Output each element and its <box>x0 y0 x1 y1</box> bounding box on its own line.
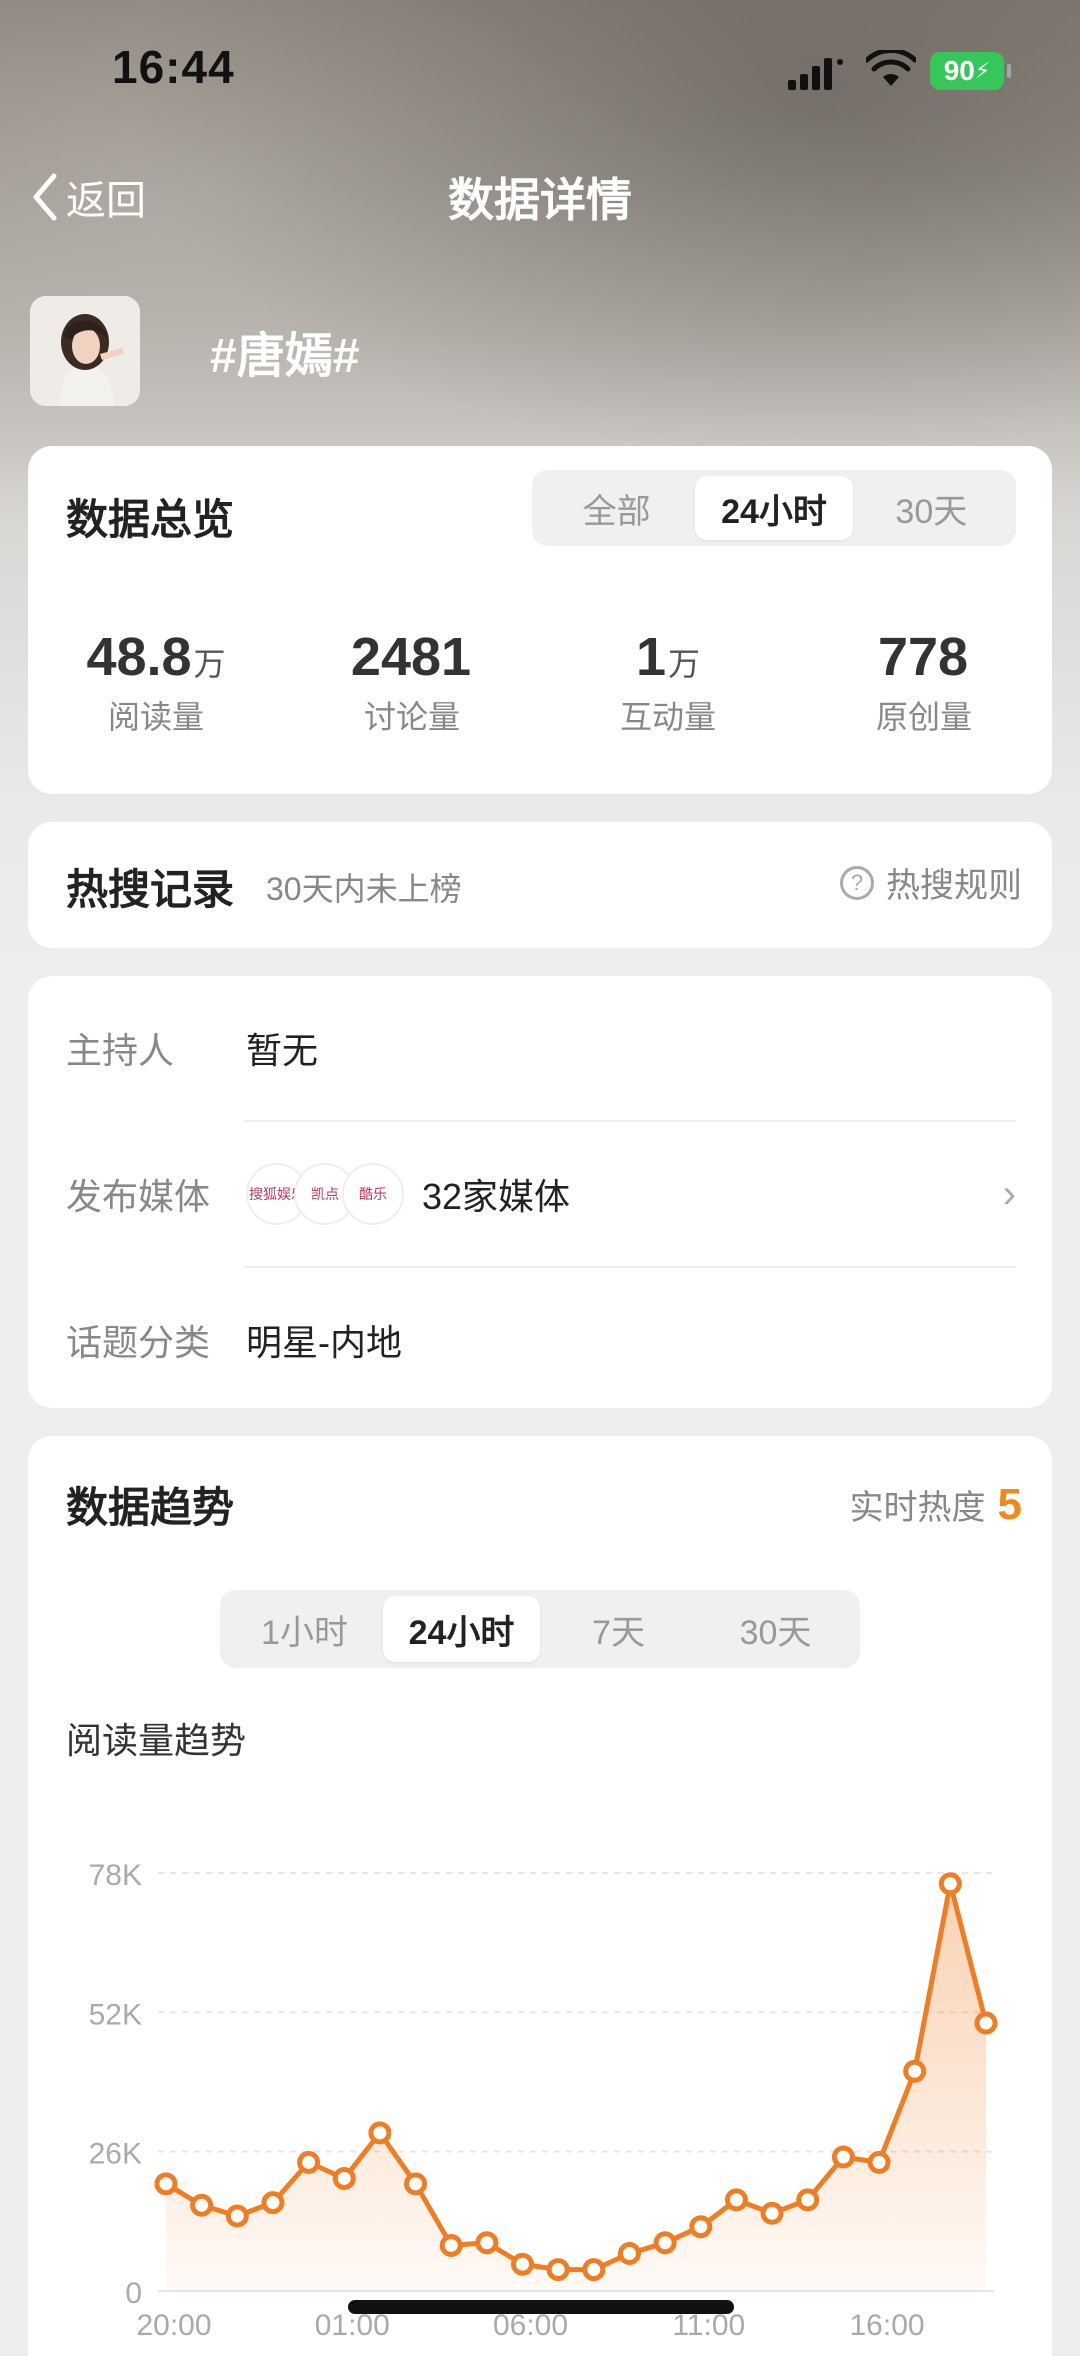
page-title: 数据详情 <box>448 174 632 226</box>
read-trend-chart: 78K52K26K020:00 01:00 06:00 11:00 16:00 <box>89 1859 998 2342</box>
stat-label: 原创量 <box>875 699 972 735</box>
y-tick-label: 78K <box>89 1859 142 1892</box>
host-value: 暂无 <box>246 1030 319 1071</box>
stat-label: 讨论量 <box>363 699 460 735</box>
y-tick-label: 0 <box>125 2277 142 2310</box>
media-row[interactable]: 发布媒体 搜狐娱乐 凯点 酷乐 32家媒体 › <box>66 1122 1016 1266</box>
host-row: 主持人 暂无 <box>66 976 1016 1120</box>
data-point <box>511 2252 535 2276</box>
home-indicator <box>348 2300 734 2314</box>
data-point <box>617 2241 641 2265</box>
stat-value: 1 <box>635 627 667 687</box>
battery-level: 90 <box>943 55 975 86</box>
stat-discussions: 2481 讨论量 <box>284 626 540 738</box>
data-point <box>190 2193 214 2217</box>
overview-card: 数据总览 全部 24小时 30天 48.8万 阅读量 2481 讨论量 1万 互… <box>28 446 1052 794</box>
data-point <box>154 2172 178 2196</box>
data-point <box>867 2150 891 2174</box>
topic-title: #唐嫣# <box>210 330 360 383</box>
category-value: 明星-内地 <box>246 1322 402 1363</box>
topic-info-card: 主持人 暂无 发布媒体 搜狐娱乐 凯点 酷乐 32家媒体 › 话题分类 明星-内… <box>28 976 1052 1408</box>
stat-reads: 48.8万 阅读量 <box>28 626 284 738</box>
trend-card: 数据趋势 实时热度 5 1小时 24小时 7天 30天 阅读量趋势 78K 52K… <box>28 1436 1052 2356</box>
data-point <box>903 2059 927 2083</box>
stat-label: 互动量 <box>619 699 716 735</box>
data-point <box>653 2231 677 2255</box>
data-point <box>297 2150 321 2174</box>
wifi-icon <box>866 50 916 86</box>
data-point <box>724 2188 748 2212</box>
data-point <box>475 2231 499 2255</box>
overview-range-tabs: 全部 24小时 30天 <box>532 470 1016 546</box>
data-point <box>368 2121 392 2145</box>
host-key: 主持人 <box>66 1030 175 1071</box>
data-point <box>332 2166 356 2190</box>
avatar-portrait-image <box>30 296 140 406</box>
hot-search-title: 热搜记录 <box>66 866 235 913</box>
rules-label: 热搜规则 <box>886 867 1022 905</box>
battery-indicator: 90 ⚡ <box>930 52 1011 90</box>
y-tick-label: 26K <box>89 2138 142 2171</box>
data-point <box>261 2191 285 2215</box>
question-icon: ? <box>840 865 874 900</box>
status-time: 16:44 <box>112 41 235 93</box>
data-point <box>404 2172 428 2196</box>
data-point <box>796 2188 820 2212</box>
stat-value: 48.8 <box>86 627 192 687</box>
stat-label: 阅读量 <box>107 699 204 735</box>
stat-originals: 778 原创量 <box>796 626 1052 738</box>
media-key: 发布媒体 <box>66 1176 211 1217</box>
stat-unit: 万 <box>193 646 226 682</box>
status-bar: 16:44 90 ⚡ <box>0 0 1080 140</box>
series-area <box>166 1883 986 2291</box>
x-tick-label: 16:00 <box>850 2309 925 2342</box>
overview-stats: 48.8万 阅读量 2481 讨论量 1万 互动量 778 原创量 <box>28 626 1052 738</box>
hot-search-rules-link[interactable]: ? 热搜规则 <box>840 858 1022 907</box>
hot-search-card: 热搜记录 30天内未上榜 ? 热搜规则 <box>28 822 1052 948</box>
category-key: 话题分类 <box>66 1322 211 1363</box>
overview-title: 数据总览 <box>66 496 235 543</box>
stat-unit: 万 <box>668 646 701 682</box>
nav-bar: 返回 数据详情 <box>0 150 1080 240</box>
tab-30d[interactable]: 30天 <box>853 476 1010 540</box>
topic-header: #唐嫣# <box>30 296 359 406</box>
cellular-signal-icon <box>788 58 843 90</box>
data-point <box>439 2233 463 2257</box>
stat-value: 2481 <box>350 627 472 687</box>
category-row: 话题分类 明星-内地 <box>66 1268 1016 1412</box>
y-tick-label: 52K <box>89 1998 142 2031</box>
data-point <box>225 2204 249 2228</box>
topic-avatar[interactable] <box>30 296 140 406</box>
x-tick-label: 20:00 <box>136 2309 211 2342</box>
media-logos: 搜狐娱乐 凯点 酷乐 <box>246 1163 404 1225</box>
data-point <box>831 2145 855 2169</box>
data-point <box>689 2215 713 2239</box>
stat-interactions: 1万 互动量 <box>540 626 796 738</box>
data-point <box>760 2201 784 2225</box>
data-point <box>938 1872 962 1896</box>
media-logo: 酷乐 <box>342 1163 404 1225</box>
stat-value: 778 <box>877 627 969 687</box>
tab-24h[interactable]: 24小时 <box>695 476 853 540</box>
hot-search-subtitle: 30天内未上榜 <box>266 871 462 907</box>
tab-all[interactable]: 全部 <box>538 476 695 540</box>
data-point <box>974 2011 998 2035</box>
media-value: 32家媒体 <box>422 1176 571 1217</box>
data-point <box>582 2258 606 2282</box>
data-point <box>546 2258 570 2282</box>
chevron-right-icon: › <box>1002 1171 1016 1216</box>
